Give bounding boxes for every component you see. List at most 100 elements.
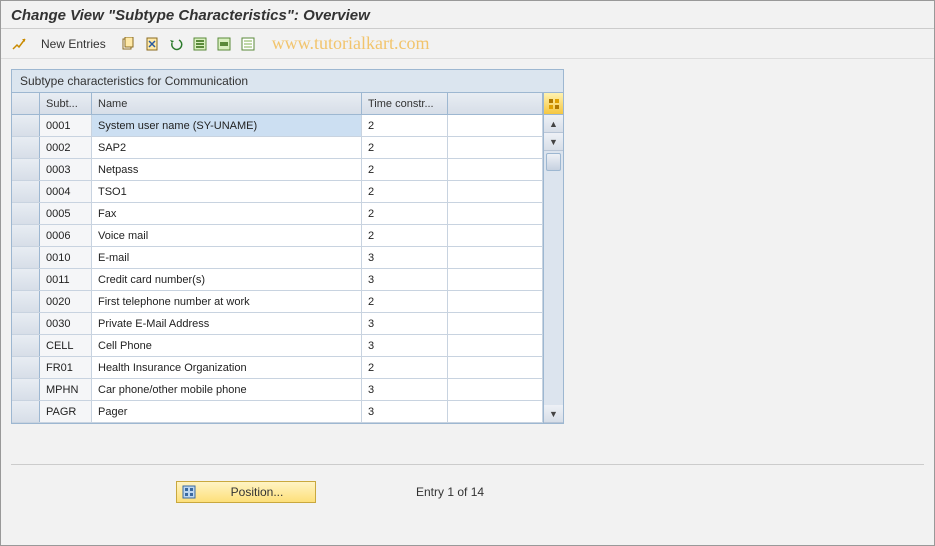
column-header-name[interactable]: Name [92,93,362,114]
scroll-up-button[interactable]: ▲ [544,115,563,133]
cell-name[interactable]: TSO1 [92,181,362,202]
cell-subtype[interactable]: PAGR [40,401,92,422]
cell-time-constraint[interactable]: 3 [362,379,448,400]
row-selector[interactable] [12,159,40,180]
vertical-scrollbar: ▲ ▼ ▼ [543,93,563,423]
row-selector[interactable] [12,357,40,378]
select-all-icon[interactable] [190,34,210,54]
deselect-all-icon[interactable] [238,34,258,54]
cell-subtype[interactable]: 0011 [40,269,92,290]
scroll-thumb[interactable] [546,153,561,171]
cell-extra [448,357,543,378]
row-selector[interactable] [12,115,40,136]
row-selector[interactable] [12,291,40,312]
cell-extra [448,379,543,400]
cell-extra [448,247,543,268]
cell-name[interactable]: System user name (SY-UNAME) [92,115,362,136]
row-selector[interactable] [12,335,40,356]
table-row: PAGRPager3 [12,401,543,423]
cell-time-constraint[interactable]: 2 [362,225,448,246]
table-row: 0001System user name (SY-UNAME)2 [12,115,543,137]
cell-subtype[interactable]: 0020 [40,291,92,312]
table-row: MPHNCar phone/other mobile phone3 [12,379,543,401]
cell-name[interactable]: Cell Phone [92,335,362,356]
cell-subtype[interactable]: 0030 [40,313,92,334]
cell-subtype[interactable]: FR01 [40,357,92,378]
cell-name[interactable]: Private E-Mail Address [92,313,362,334]
cell-name[interactable]: Pager [92,401,362,422]
cell-time-constraint[interactable]: 3 [362,335,448,356]
cell-name[interactable]: Fax [92,203,362,224]
cell-subtype[interactable]: 0002 [40,137,92,158]
cell-time-constraint[interactable]: 2 [362,357,448,378]
panel-header: Subtype characteristics for Communicatio… [12,70,563,93]
column-header-time-constraint[interactable]: Time constr... [362,93,448,114]
table-row: 0030Private E-Mail Address3 [12,313,543,335]
table-row: 0002SAP22 [12,137,543,159]
cell-subtype[interactable]: 0005 [40,203,92,224]
cell-extra [448,225,543,246]
cell-name[interactable]: Credit card number(s) [92,269,362,290]
cell-name[interactable]: E-mail [92,247,362,268]
cell-subtype[interactable]: 0003 [40,159,92,180]
cell-time-constraint[interactable]: 2 [362,137,448,158]
application-toolbar: New Entries www.tutorialkart.com [1,29,934,59]
cell-time-constraint[interactable]: 3 [362,269,448,290]
cell-extra [448,269,543,290]
row-selector[interactable] [12,379,40,400]
row-selector[interactable] [12,401,40,422]
copy-as-icon[interactable] [118,34,138,54]
footer-area: Position... Entry 1 of 14 [1,481,934,503]
cell-subtype[interactable]: 0006 [40,225,92,246]
row-selector[interactable] [12,269,40,290]
cell-time-constraint[interactable]: 3 [362,401,448,422]
column-header-extra [448,93,543,114]
cell-extra [448,203,543,224]
cell-name[interactable]: SAP2 [92,137,362,158]
row-selector[interactable] [12,247,40,268]
cell-time-constraint[interactable]: 2 [362,203,448,224]
cell-subtype[interactable]: CELL [40,335,92,356]
cell-time-constraint[interactable]: 2 [362,291,448,312]
row-selector-header[interactable] [12,93,40,114]
new-entries-button[interactable]: New Entries [33,35,114,53]
cell-time-constraint[interactable]: 2 [362,181,448,202]
row-selector[interactable] [12,313,40,334]
scroll-track[interactable] [544,151,563,405]
other-view-icon[interactable] [9,34,29,54]
entry-status-text: Entry 1 of 14 [416,485,484,499]
cell-time-constraint[interactable]: 2 [362,115,448,136]
row-selector[interactable] [12,137,40,158]
cell-name[interactable]: Netpass [92,159,362,180]
position-icon [181,484,197,500]
cell-subtype[interactable]: 0004 [40,181,92,202]
cell-extra [448,181,543,202]
cell-extra [448,335,543,356]
position-button[interactable]: Position... [176,481,316,503]
main-area: Subtype characteristics for Communicatio… [1,59,934,434]
row-selector[interactable] [12,181,40,202]
column-header-subtype[interactable]: Subt... [40,93,92,114]
cell-name[interactable]: First telephone number at work [92,291,362,312]
footer-separator [11,464,924,465]
scroll-down-step-button[interactable]: ▼ [544,133,563,151]
table-settings-icon[interactable] [544,93,563,115]
table-row: 0010E-mail3 [12,247,543,269]
cell-subtype[interactable]: MPHN [40,379,92,400]
table-row: FR01Health Insurance Organization2 [12,357,543,379]
cell-time-constraint[interactable]: 2 [362,159,448,180]
undo-change-icon[interactable] [166,34,186,54]
row-selector[interactable] [12,225,40,246]
table-row: 0006Voice mail2 [12,225,543,247]
cell-time-constraint[interactable]: 3 [362,313,448,334]
cell-subtype[interactable]: 0010 [40,247,92,268]
cell-name[interactable]: Voice mail [92,225,362,246]
cell-time-constraint[interactable]: 3 [362,247,448,268]
cell-name[interactable]: Car phone/other mobile phone [92,379,362,400]
select-block-icon[interactable] [214,34,234,54]
cell-name[interactable]: Health Insurance Organization [92,357,362,378]
delete-icon[interactable] [142,34,162,54]
row-selector[interactable] [12,203,40,224]
scroll-down-button[interactable]: ▼ [544,405,563,423]
cell-subtype[interactable]: 0001 [40,115,92,136]
